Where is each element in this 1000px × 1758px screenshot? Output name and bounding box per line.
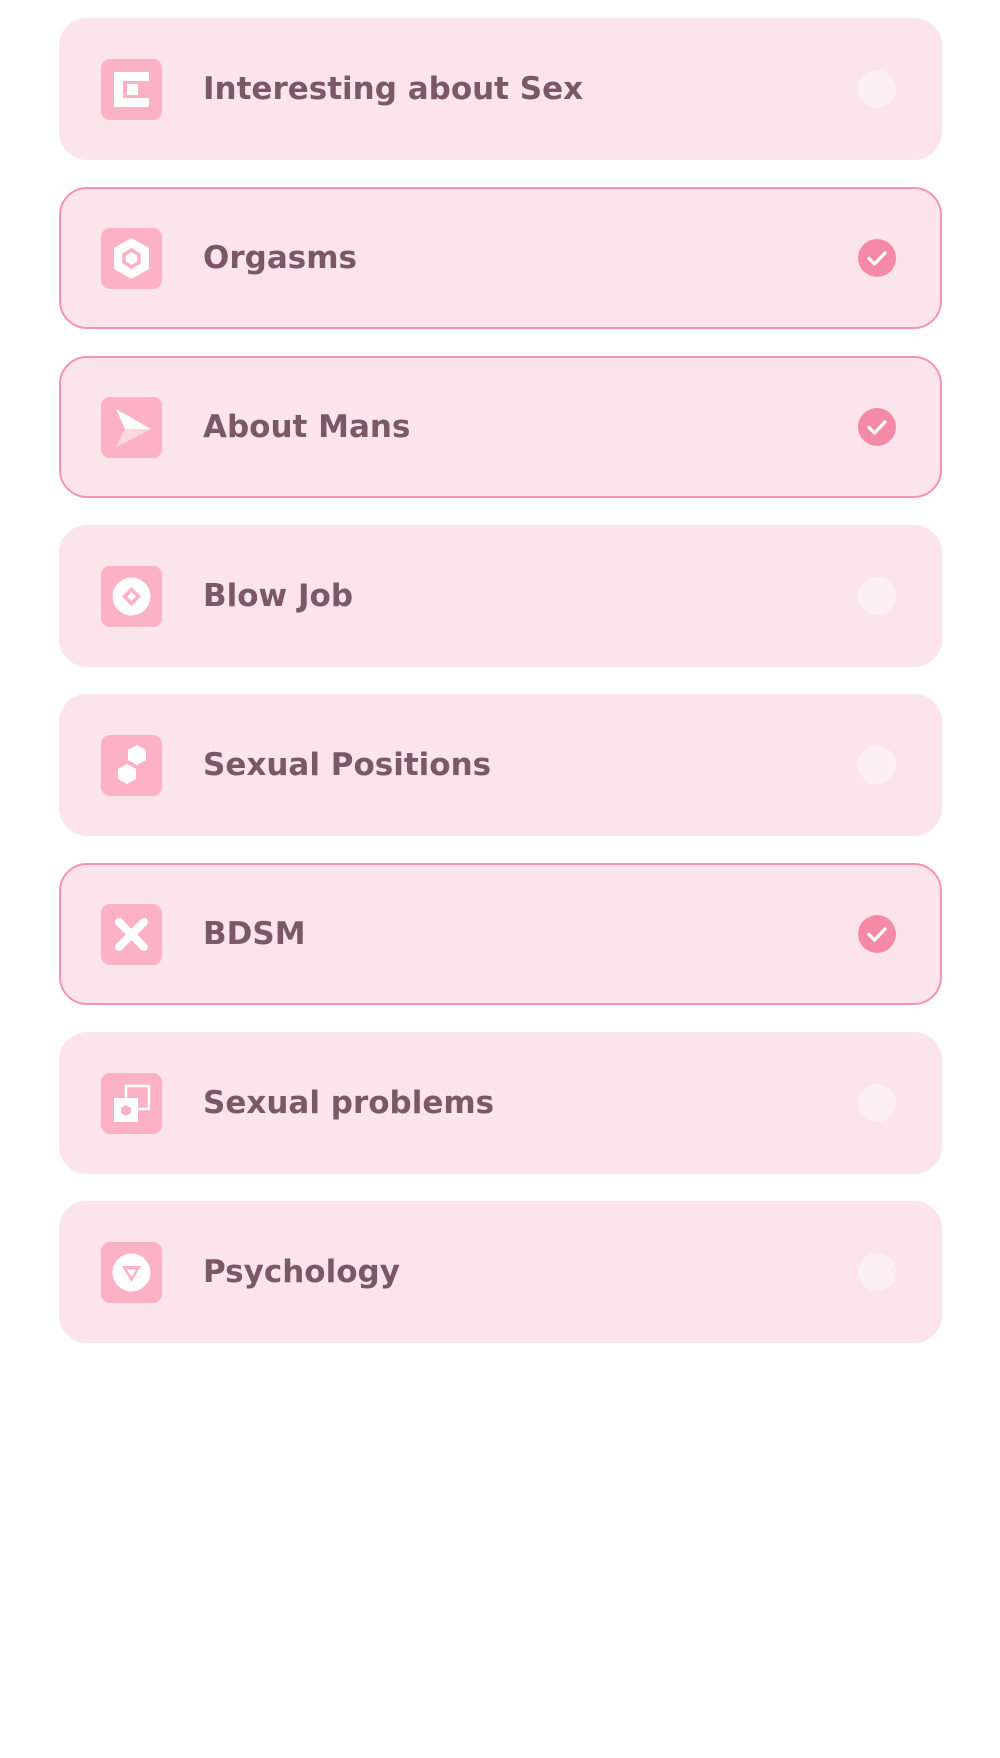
topic-item-interesting-about-sex[interactable]: Interesting about Sex <box>59 18 942 160</box>
topic-label: Orgasms <box>203 240 357 276</box>
double-hexagon-icon <box>101 735 162 796</box>
cross-icon <box>101 904 162 965</box>
topic-item-orgasms[interactable]: Orgasms <box>59 187 942 329</box>
checkbox-circle[interactable] <box>858 577 896 615</box>
topic-item-about-mans[interactable]: About Mans <box>59 356 942 498</box>
checkbox-circle[interactable] <box>858 1253 896 1291</box>
topic-item-psychology[interactable]: Psychology <box>59 1201 942 1343</box>
checkbox-circle[interactable] <box>858 1084 896 1122</box>
hexagon-icon <box>101 228 162 289</box>
check-icon <box>867 927 887 942</box>
checkbox-circle[interactable] <box>858 746 896 784</box>
topic-item-bdsm[interactable]: BDSM <box>59 863 942 1005</box>
check-icon <box>867 251 887 266</box>
topic-label: Sexual Positions <box>203 747 492 783</box>
topic-label: Psychology <box>203 1254 400 1290</box>
topic-label: Sexual problems <box>203 1085 495 1121</box>
checkbox-circle[interactable] <box>858 408 896 446</box>
check-icon <box>867 420 887 435</box>
topic-label: About Mans <box>203 409 411 445</box>
checkbox-circle[interactable] <box>858 239 896 277</box>
topic-label: BDSM <box>203 916 306 952</box>
circle-triangle-icon <box>101 1242 162 1303</box>
topic-label: Blow Job <box>203 578 354 614</box>
checkbox-circle[interactable] <box>858 915 896 953</box>
circle-diamond-icon <box>101 566 162 627</box>
bracket-square-icon <box>101 59 162 120</box>
topic-list: Interesting about Sex Orgasms About Mans <box>59 18 942 1370</box>
play-arrow-icon <box>101 397 162 458</box>
topic-item-blow-job[interactable]: Blow Job <box>59 525 942 667</box>
topic-item-sexual-problems[interactable]: Sexual problems <box>59 1032 942 1174</box>
topic-item-sexual-positions[interactable]: Sexual Positions <box>59 694 942 836</box>
topic-label: Interesting about Sex <box>203 71 584 107</box>
overlapping-squares-icon <box>101 1073 162 1134</box>
checkbox-circle[interactable] <box>858 70 896 108</box>
